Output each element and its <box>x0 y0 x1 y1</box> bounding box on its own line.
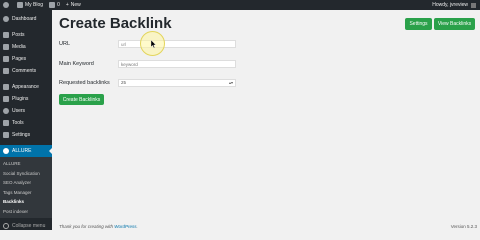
submenu-item-allure[interactable]: ALLURE <box>0 159 52 169</box>
plus-icon: + <box>65 2 69 8</box>
sidebar-item-label: ALLURE <box>12 148 32 154</box>
my-account-link[interactable]: Howdy, jvreview <box>432 2 480 8</box>
sidebar-item-allure[interactable]: ALLURE <box>0 145 52 157</box>
submenu-item-tags-manager[interactable]: Tags Manager <box>0 188 52 198</box>
sidebar-item-label: Media <box>12 44 26 50</box>
plugin-icon <box>3 96 9 102</box>
allure-submenu: ALLURE Social Syndication SEO Analyzer T… <box>0 157 52 218</box>
sidebar-item-label: Users <box>12 108 26 114</box>
home-icon <box>17 2 23 8</box>
sidebar-item-label: Plugins <box>12 96 29 102</box>
create-backlinks-button[interactable]: Create Backlinks <box>59 94 104 105</box>
main-keyword-input[interactable] <box>118 60 236 68</box>
sidebar-item-posts[interactable]: Posts <box>0 29 52 41</box>
sidebar-item-label: Comments <box>12 68 37 74</box>
sidebar-item-label: Dashboard <box>12 16 37 22</box>
page-title: Create Backlink <box>59 15 172 32</box>
media-icon <box>3 44 9 50</box>
users-icon <box>3 108 9 114</box>
submenu-item-backlinks[interactable]: Backlinks <box>0 197 52 207</box>
site-name: My Blog <box>25 2 44 8</box>
submenu-item-seo-analyzer[interactable]: SEO Analyzer <box>0 178 52 188</box>
sidebar-item-label: Tools <box>12 120 24 126</box>
sidebar-item-tools[interactable]: Tools <box>0 117 52 129</box>
submenu-item-social-syndication[interactable]: Social Syndication <box>0 169 52 179</box>
wrench-icon <box>3 120 9 126</box>
url-label: URL <box>59 41 71 47</box>
collapse-arrow-icon <box>3 223 9 229</box>
sidebar-item-appearance[interactable]: Appearance <box>0 81 52 93</box>
sidebar-item-media[interactable]: Media <box>0 41 52 53</box>
new-content-link[interactable]: + New <box>63 0 84 10</box>
howdy-text: Howdy, jvreview <box>432 2 468 8</box>
mouse-pointer-icon <box>151 40 156 48</box>
brush-icon <box>3 84 9 90</box>
admin-bar: My Blog 0 + New Howdy, jvreview <box>0 0 480 10</box>
sidebar-item-label: Appearance <box>12 84 39 90</box>
pages-icon <box>3 56 9 62</box>
sidebar-item-label: Settings <box>12 132 31 138</box>
comments-link[interactable]: 0 <box>46 0 63 10</box>
comments-count: 0 <box>57 2 60 8</box>
site-name-link[interactable]: My Blog <box>14 0 46 10</box>
sidebar-item-users[interactable]: Users <box>0 105 52 117</box>
sidebar-item-label: Pages <box>12 56 27 62</box>
settings-button[interactable]: Settings <box>405 18 432 30</box>
requested-backlinks-select[interactable]: 25 ▴▾ <box>118 79 236 87</box>
requested-backlinks-value: 25 <box>121 80 127 85</box>
view-backlinks-button[interactable]: View Backlinks <box>434 18 475 30</box>
main-keyword-label: Main Keyword <box>59 61 94 67</box>
wordpress-link[interactable]: WordPress <box>114 224 136 229</box>
collapse-menu-label: Collapse menu <box>12 223 46 229</box>
wordpress-logo-icon <box>3 2 9 8</box>
requested-backlinks-label: Requested backlinks <box>59 80 110 86</box>
sidebar-item-dashboard[interactable]: Dashboard <box>0 13 52 25</box>
pin-icon <box>3 32 9 38</box>
admin-sidebar: Dashboard Posts Media Pages Comments App… <box>0 10 52 230</box>
submenu-item-post-indexer[interactable]: Post indexer <box>0 207 52 217</box>
new-label: New <box>70 2 81 8</box>
dashboard-icon <box>3 16 9 22</box>
footer-thanks: Thank you for creating with WordPress. <box>59 224 138 229</box>
sidebar-item-settings[interactable]: Settings <box>0 129 52 141</box>
footer-thanks-suffix: . <box>136 224 138 229</box>
allure-icon <box>3 148 9 154</box>
sidebar-item-comments[interactable]: Comments <box>0 65 52 77</box>
sidebar-item-plugins[interactable]: Plugins <box>0 93 52 105</box>
select-arrows-icon: ▴▾ <box>228 80 233 85</box>
wordpress-logo-button[interactable] <box>0 0 14 10</box>
footer-version: Version 5.2.3 <box>450 224 477 229</box>
url-input[interactable] <box>118 40 236 48</box>
comment-bubble-icon <box>49 2 56 8</box>
sidebar-item-label: Posts <box>12 32 25 38</box>
sidebar-item-pages[interactable]: Pages <box>0 53 52 65</box>
comments-icon <box>3 68 9 74</box>
footer-thanks-prefix: Thank you for creating with <box>59 224 115 229</box>
settings-icon <box>3 132 9 138</box>
avatar <box>471 2 476 8</box>
collapse-menu-button[interactable]: Collapse menu <box>0 220 52 232</box>
